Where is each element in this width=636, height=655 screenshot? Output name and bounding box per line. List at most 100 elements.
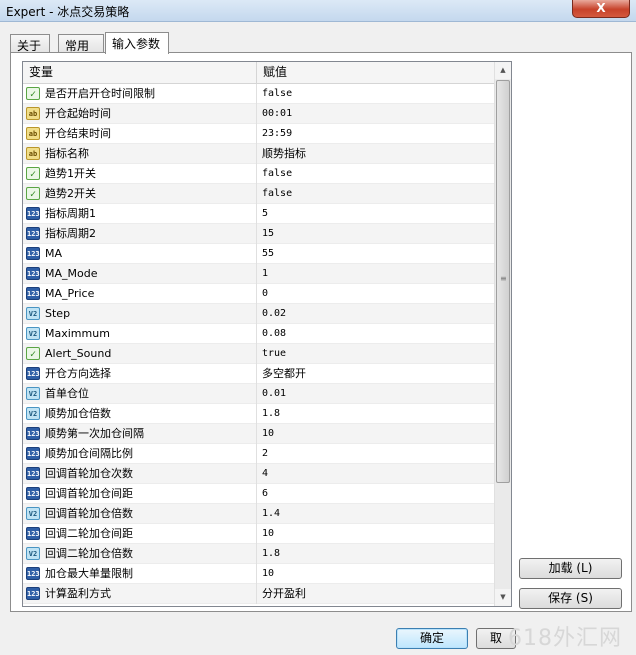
parameter-name-text: 计算盈利方式 [45, 587, 111, 600]
parameter-value[interactable]: 多空都开 [257, 364, 495, 384]
tab-inputs[interactable]: 输入参数 [105, 32, 169, 54]
parameter-row[interactable]: ab 开仓结束时间 23:59 [23, 124, 495, 144]
parameter-value[interactable]: 23:59 [257, 124, 495, 144]
parameter-row[interactable]: 123 回调首轮加仓间距 6 [23, 484, 495, 504]
parameter-name-text: Maximmum [45, 327, 110, 340]
parameter-name: ✓ Alert_Sound [23, 344, 257, 364]
parameter-value[interactable]: 10 [257, 564, 495, 584]
int-icon: 123 [26, 467, 40, 480]
parameter-name-text: 顺势加仓间隔比例 [45, 447, 133, 460]
tab-about[interactable]: 关于 [10, 34, 50, 53]
parameter-row[interactable]: V2 Step 0.02 [23, 304, 495, 324]
parameter-name: ab 开仓结束时间 [23, 124, 257, 144]
parameter-value[interactable]: false [257, 164, 495, 184]
parameter-value[interactable]: false [257, 84, 495, 104]
parameter-row[interactable]: 123 开仓方向选择 多空都开 [23, 364, 495, 384]
parameter-value[interactable]: 0.02 [257, 304, 495, 324]
parameter-row[interactable]: V2 回调首轮加仓倍数 1.4 [23, 504, 495, 524]
parameter-value[interactable]: 5 [257, 204, 495, 224]
parameter-value[interactable]: 分开盈利 [257, 584, 495, 604]
parameter-row[interactable]: V2 顺势加仓倍数 1.8 [23, 404, 495, 424]
parameter-row[interactable]: ab 开仓起始时间 00:01 [23, 104, 495, 124]
parameter-row[interactable]: 123 MA_Price 0 [23, 284, 495, 304]
parameter-value[interactable]: 2 [257, 444, 495, 464]
parameter-name-text: 开仓起始时间 [45, 107, 111, 120]
parameter-value[interactable]: 0 [257, 284, 495, 304]
parameter-row[interactable]: ab 指标名称 顺势指标 [23, 144, 495, 164]
parameter-value[interactable]: 1.4 [257, 504, 495, 524]
parameter-value[interactable]: 55 [257, 244, 495, 264]
save-button[interactable]: 保存 (S) [519, 588, 622, 609]
parameter-name-text: 首单仓位 [45, 387, 89, 400]
int-icon: 123 [26, 287, 40, 300]
parameter-name-text: 回调二轮加仓间距 [45, 527, 133, 540]
parameter-name: 123 顺势第一次加仓间隔 [23, 424, 257, 444]
parameter-name: V2 回调首轮加仓倍数 [23, 504, 257, 524]
parameter-row[interactable]: 123 指标周期2 15 [23, 224, 495, 244]
parameter-row[interactable]: 123 加仓最大单量限制 10 [23, 564, 495, 584]
parameter-row[interactable]: V2 首单仓位 0.01 [23, 384, 495, 404]
parameter-value[interactable]: 0.01 [257, 384, 495, 404]
parameter-name: ab 开仓起始时间 [23, 104, 257, 124]
vertical-scrollbar[interactable]: ▲ ≡ ▼ [494, 62, 511, 606]
parameter-row[interactable]: ✓ Alert_Sound true [23, 344, 495, 364]
parameter-row[interactable]: 123 顺势加仓间隔比例 2 [23, 444, 495, 464]
parameter-name: ✓ 趋势2开关 [23, 184, 257, 204]
parameter-name: 123 MA_Mode [23, 264, 257, 284]
int-icon: 123 [26, 587, 40, 600]
parameter-row[interactable]: 123 指标周期1 5 [23, 204, 495, 224]
double-icon: V2 [26, 387, 40, 400]
parameter-value[interactable]: 1 [257, 264, 495, 284]
scroll-up-arrow-icon[interactable]: ▲ [495, 62, 511, 79]
parameter-row[interactable]: V2 Maximmum 0.08 [23, 324, 495, 344]
parameter-value[interactable]: 顺势指标 [257, 144, 495, 164]
parameter-name-text: 指标周期2 [45, 227, 96, 240]
parameter-name: 123 计算盈利方式 [23, 584, 257, 604]
close-button[interactable]: X [572, 0, 630, 18]
column-header-value[interactable]: 赋值 [257, 62, 495, 83]
parameter-value[interactable]: 0.08 [257, 324, 495, 344]
parameter-row[interactable]: 123 顺势第一次加仓间隔 10 [23, 424, 495, 444]
parameter-name-text: 是否开启开仓时间限制 [45, 87, 155, 100]
double-icon: V2 [26, 507, 40, 520]
bool-icon: ✓ [26, 87, 40, 100]
int-icon: 123 [26, 527, 40, 540]
parameter-name-text: 回调首轮加仓倍数 [45, 507, 133, 520]
ok-button[interactable]: 确定 [396, 628, 468, 649]
parameter-value[interactable]: 6 [257, 484, 495, 504]
string-icon: ab [26, 107, 40, 120]
parameter-row[interactable]: V2 回调二轮加仓倍数 1.8 [23, 544, 495, 564]
parameter-row[interactable]: ✓ 趋势1开关 false [23, 164, 495, 184]
parameter-row[interactable]: ✓ 趋势2开关 false [23, 184, 495, 204]
parameters-grid: 变量 赋值 ✓ 是否开启开仓时间限制 false ab 开仓起始时间 00:01 ab 开仓结… [22, 61, 512, 607]
window-title: Expert - 冰点交易策略 [6, 5, 130, 19]
dialog-body: 关于 常用 输入参数 变量 赋值 ✓ 是否开启开仓时间限制 false ab 开仓起始时… [0, 22, 636, 655]
scroll-down-arrow-icon[interactable]: ▼ [495, 589, 511, 606]
parameter-value[interactable]: false [257, 184, 495, 204]
parameter-value[interactable]: 4 [257, 464, 495, 484]
parameter-value[interactable]: 10 [257, 424, 495, 444]
parameter-value[interactable]: 00:01 [257, 104, 495, 124]
parameter-value[interactable]: true [257, 344, 495, 364]
int-icon: 123 [26, 207, 40, 220]
tab-common[interactable]: 常用 [58, 34, 104, 53]
parameter-row[interactable]: 123 MA_Mode 1 [23, 264, 495, 284]
parameter-row[interactable]: ✓ 是否开启开仓时间限制 false [23, 84, 495, 104]
int-icon: 123 [26, 247, 40, 260]
parameter-value[interactable]: 1.8 [257, 404, 495, 424]
parameter-value[interactable]: 1.8 [257, 544, 495, 564]
parameter-name-text: 开仓方向选择 [45, 367, 111, 380]
double-icon: V2 [26, 547, 40, 560]
parameter-name-text: 指标名称 [45, 147, 89, 160]
parameter-row[interactable]: 123 计算盈利方式 分开盈利 [23, 584, 495, 604]
parameter-value[interactable]: 15 [257, 224, 495, 244]
parameter-value[interactable]: 10 [257, 524, 495, 544]
load-button[interactable]: 加载 (L) [519, 558, 622, 579]
double-icon: V2 [26, 307, 40, 320]
parameter-row[interactable]: 123 回调二轮加仓间距 10 [23, 524, 495, 544]
column-header-variable[interactable]: 变量 [23, 62, 257, 83]
parameter-row[interactable]: 123 回调首轮加仓次数 4 [23, 464, 495, 484]
parameter-row[interactable]: 123 MA 55 [23, 244, 495, 264]
title-bar: Expert - 冰点交易策略 X [0, 0, 636, 22]
scrollbar-thumb[interactable]: ≡ [496, 80, 510, 483]
